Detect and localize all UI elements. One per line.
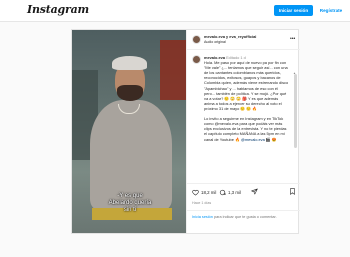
video-subtitle: -Y es que Abelardo quería sin ti	[108, 193, 152, 213]
comment-scrollbar[interactable]	[294, 74, 297, 148]
author-avatar[interactable]	[192, 35, 201, 44]
caption-mention[interactable]: @mevalo.eva	[241, 137, 265, 142]
bookmark-icon	[290, 188, 295, 195]
author-name[interactable]: mevalo.eva y eva_reyofficial	[204, 34, 256, 39]
share-button[interactable]	[251, 188, 260, 195]
login-button[interactable]: Iniciar sesión	[274, 5, 313, 16]
comment-bubble-icon	[219, 189, 226, 196]
person-beard	[117, 85, 143, 101]
login-prompt: Inicia sesión para indicar que te gusta …	[187, 210, 300, 233]
more-dots-icon[interactable]: •••	[290, 36, 295, 42]
caption-suffix: 🎬 😍	[265, 136, 277, 142]
like-button[interactable]: 18,2 mil	[192, 189, 216, 196]
top-navigation-bar: Instagram Iniciar sesión Regístrate	[0, 0, 350, 22]
person-cap	[112, 56, 147, 70]
comments-count: 1,3 mil	[228, 190, 241, 195]
post-side-panel: mevalo.eva y eva_reyofficial Audio origi…	[186, 30, 300, 233]
heart-icon	[192, 189, 199, 196]
background-flag	[160, 40, 186, 100]
share-arrow-icon	[251, 188, 258, 195]
comment-avatar[interactable]	[192, 55, 201, 64]
audio-label[interactable]: Audio original	[204, 40, 226, 44]
post-video[interactable]: -Y es que Abelardo quería sin ti	[72, 30, 186, 233]
post-date: Hace 1 días	[192, 201, 212, 205]
login-prompt-text: para indicar que te gusta o comentar.	[212, 215, 277, 219]
caption-text: mevalo.eva Editado 1 d Hola. Me paso por…	[204, 55, 289, 142]
signup-link[interactable]: Regístrate	[315, 5, 347, 16]
save-button[interactable]	[289, 188, 298, 195]
instagram-logo[interactable]: Instagram	[27, 3, 89, 16]
likes-count: 18,2 mil	[201, 190, 217, 195]
caption-comment: mevalo.eva Editado 1 d Hola. Me paso por…	[187, 50, 300, 183]
post-author-header: mevalo.eva y eva_reyofficial Audio origi…	[187, 30, 300, 50]
post-card: -Y es que Abelardo quería sin ti mevalo.…	[71, 29, 300, 234]
comment-button[interactable]: 1,3 mil	[219, 189, 241, 196]
caption-paragraph-1: Hola. Me paso por aquí de nuevo pa por f…	[204, 60, 289, 111]
post-actions: 18,2 mil 1,3 mil	[187, 183, 300, 201]
login-prompt-link[interactable]: Inicia sesión	[192, 215, 213, 219]
